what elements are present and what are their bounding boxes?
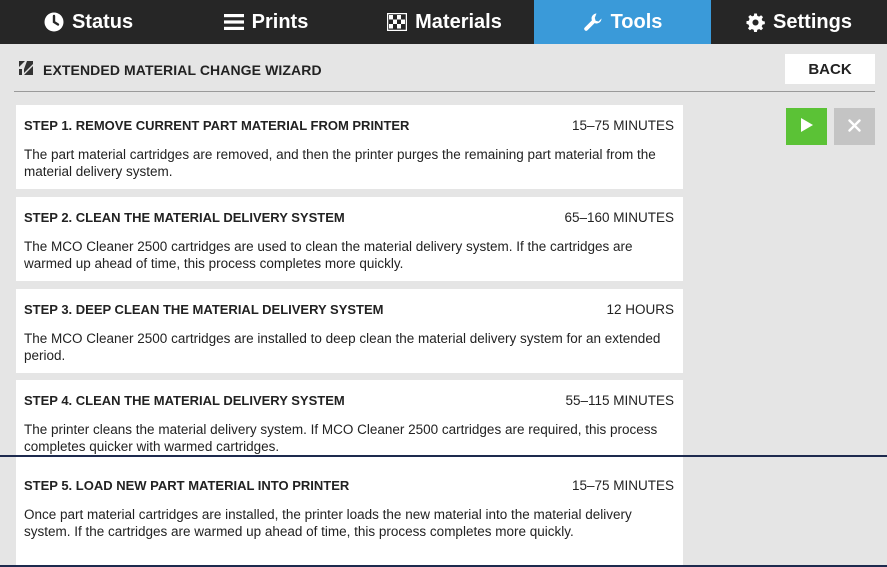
step-card: STEP 3. DEEP CLEAN THE MATERIAL DELIVERY… [16, 289, 683, 373]
close-icon [848, 118, 861, 135]
step-duration: 55–115 MINUTES [565, 393, 674, 408]
step-duration: 15–75 MINUTES [571, 478, 674, 493]
tab-status[interactable]: Status [0, 0, 177, 44]
step-description: The printer cleans the material delivery… [24, 422, 658, 454]
steps-list[interactable]: STEP 1. REMOVE CURRENT PART MATERIAL FRO… [0, 92, 700, 567]
start-button[interactable] [786, 108, 827, 145]
tab-label: Status [71, 10, 134, 33]
step-title: STEP 1. REMOVE CURRENT PART MATERIAL FRO… [24, 118, 410, 133]
material-change-icon [18, 60, 34, 76]
checkered-icon [387, 13, 408, 31]
step-title: STEP 5. LOAD NEW PART MATERIAL INTO PRIN… [24, 478, 350, 493]
back-button[interactable]: BACK [785, 54, 875, 84]
step-title: STEP 4. CLEAN THE MATERIAL DELIVERY SYST… [24, 393, 345, 408]
step-description: The part material cartridges are removed… [24, 147, 656, 179]
step-title: STEP 2. CLEAN THE MATERIAL DELIVERY SYST… [24, 210, 345, 225]
page-title: EXTENDED MATERIAL CHANGE WIZARD [43, 62, 322, 78]
tab-label: Prints [251, 10, 309, 33]
tab-prints[interactable]: Prints [177, 0, 355, 44]
tab-label: Materials [415, 10, 502, 33]
tab-tools[interactable]: Tools [534, 0, 711, 44]
step-title: STEP 3. DEEP CLEAN THE MATERIAL DELIVERY… [24, 302, 384, 317]
step-duration: 65–160 MINUTES [564, 210, 674, 225]
step-card: STEP 4. CLEAN THE MATERIAL DELIVERY SYST… [16, 380, 683, 470]
list-icon [223, 13, 244, 31]
step-duration: 15–75 MINUTES [571, 118, 674, 133]
wrench-icon [583, 12, 603, 32]
tab-label: Settings [773, 10, 852, 33]
cancel-button[interactable] [834, 108, 875, 145]
tab-materials[interactable]: Materials [355, 0, 534, 44]
step-description: The MCO Cleaner 2500 cartridges are used… [24, 239, 633, 271]
tab-label: Tools [610, 10, 663, 33]
step-card: STEP 5. LOAD NEW PART MATERIAL INTO PRIN… [16, 465, 683, 567]
step-description: Once part material cartridges are instal… [24, 507, 632, 539]
wizard-header: EXTENDED MATERIAL CHANGE WIZARD BACK [0, 44, 887, 94]
step-duration: 12 HOURS [606, 302, 674, 317]
step-description: The MCO Cleaner 2500 cartridges are inst… [24, 331, 661, 363]
step-card: STEP 1. REMOVE CURRENT PART MATERIAL FRO… [16, 105, 683, 189]
top-nav: Status Prints Materials Tools Settings [0, 0, 887, 44]
tab-settings[interactable]: Settings [711, 0, 887, 44]
play-icon [800, 117, 814, 136]
clock-icon [44, 12, 64, 32]
step-card: STEP 2. CLEAN THE MATERIAL DELIVERY SYST… [16, 197, 683, 281]
scroll-divider [0, 455, 887, 457]
gear-icon [746, 12, 765, 32]
